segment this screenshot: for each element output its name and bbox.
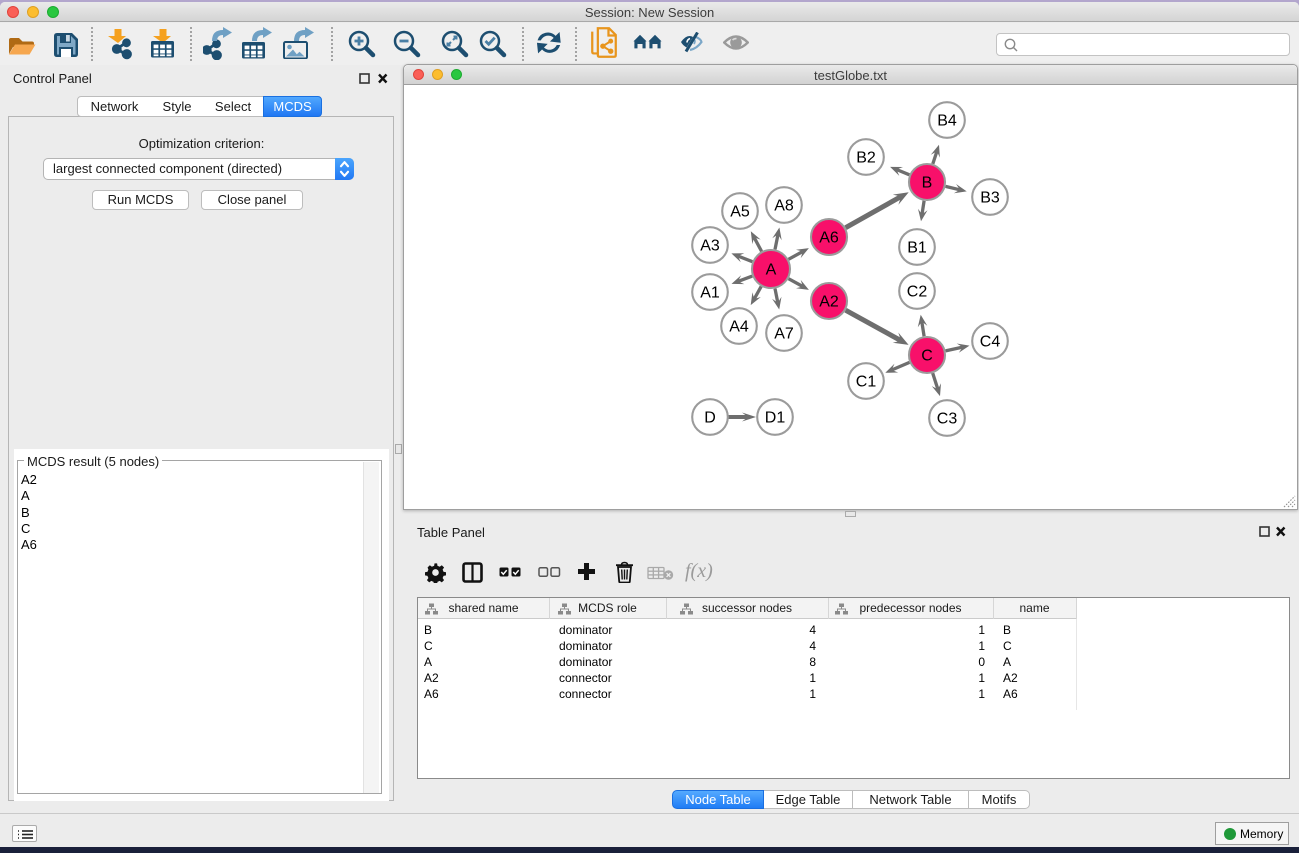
svg-text:A2: A2 — [819, 294, 839, 311]
svg-text:A8: A8 — [774, 198, 794, 215]
svg-text:C4: C4 — [980, 334, 1001, 351]
svg-text:A3: A3 — [700, 238, 720, 255]
svg-text:D: D — [704, 410, 716, 427]
svg-text:B4: B4 — [937, 113, 957, 130]
svg-text:B2: B2 — [856, 150, 876, 167]
svg-text:B: B — [922, 175, 933, 192]
svg-text:A6: A6 — [819, 230, 839, 247]
svg-text:B3: B3 — [980, 190, 1000, 207]
svg-text:A4: A4 — [729, 319, 749, 336]
svg-text:C1: C1 — [856, 374, 877, 391]
svg-text:D1: D1 — [765, 410, 786, 427]
svg-text:A5: A5 — [730, 204, 750, 221]
svg-text:A: A — [766, 262, 777, 279]
svg-text:A7: A7 — [774, 326, 794, 343]
svg-text:B1: B1 — [907, 240, 927, 257]
svg-text:C2: C2 — [907, 284, 928, 301]
svg-text:C: C — [921, 348, 933, 365]
svg-text:A1: A1 — [700, 285, 720, 302]
svg-text:C3: C3 — [937, 411, 958, 428]
